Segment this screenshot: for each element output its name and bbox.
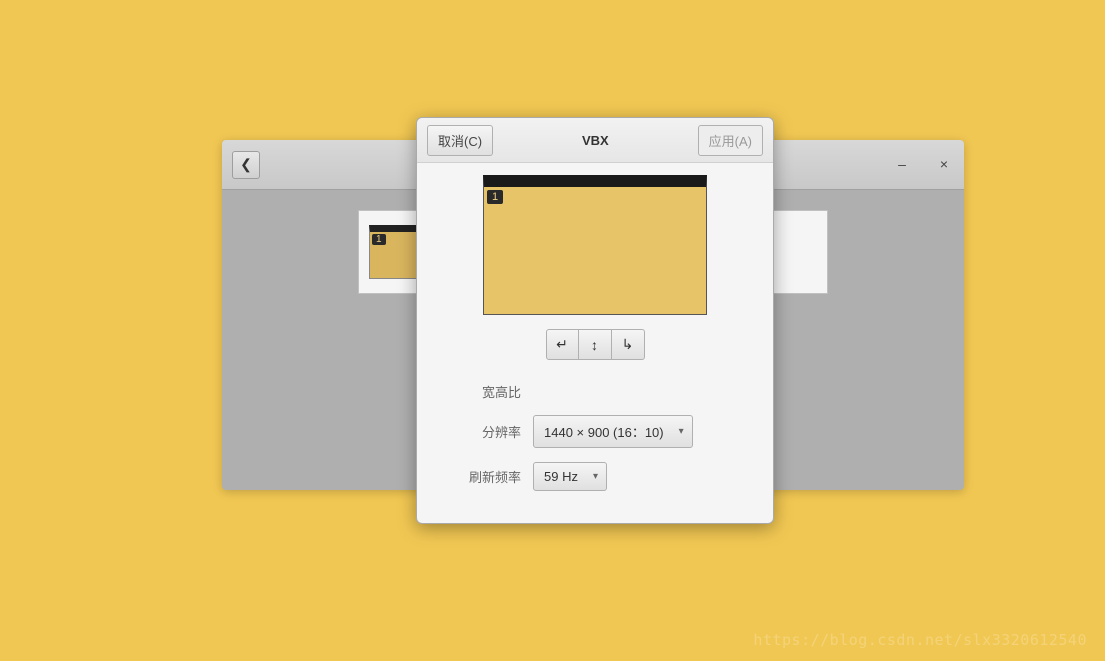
watermark-text: https://blog.csdn.net/slx3320612540 <box>753 631 1087 649</box>
display-number-badge: 1 <box>372 234 386 245</box>
back-button[interactable]: ❮ <box>232 151 260 179</box>
aspect-ratio-label: 宽高比 <box>437 382 533 401</box>
minimize-button[interactable]: – <box>894 156 910 172</box>
rotate-left-button[interactable]: ↵ <box>546 329 579 360</box>
close-icon: × <box>940 156 948 172</box>
apply-button[interactable]: 应用(A) <box>698 125 763 156</box>
dialog-title: VBX <box>582 133 609 148</box>
chevron-left-icon: ❮ <box>240 156 252 173</box>
rotate-flip-icon: ↕ <box>591 337 598 353</box>
rotation-buttons: ↵ ↕ ↳ <box>437 329 753 360</box>
refresh-rate-value: 59 Hz <box>544 469 578 484</box>
aspect-ratio-row: 宽高比 <box>437 382 753 401</box>
rotate-flip-button[interactable]: ↕ <box>579 329 612 360</box>
cancel-button[interactable]: 取消(C) <box>427 125 493 156</box>
refresh-rate-label: 刷新频率 <box>437 467 533 486</box>
refresh-rate-row: 刷新频率 59 Hz <box>437 462 753 491</box>
resolution-value: 1440 × 900 (16：10) <box>544 422 664 441</box>
refresh-rate-select[interactable]: 59 Hz <box>533 462 607 491</box>
display-config-dialog: 取消(C) VBX 应用(A) 1 ↵ ↕ ↳ 宽高比 分辨率 1440 × 9… <box>416 117 774 524</box>
rotate-right-icon: ↳ <box>622 336 634 353</box>
close-button[interactable]: × <box>936 156 952 172</box>
dialog-header: 取消(C) VBX 应用(A) <box>417 118 773 163</box>
resolution-label: 分辨率 <box>437 422 533 441</box>
dialog-body: 1 ↵ ↕ ↳ 宽高比 分辨率 1440 × 900 (16：10) 刷新频率 <box>417 163 773 523</box>
resolution-row: 分辨率 1440 × 900 (16：10) <box>437 415 753 448</box>
display-preview[interactable]: 1 <box>483 175 707 315</box>
rotate-left-icon: ↵ <box>556 336 568 353</box>
display-number-badge: 1 <box>487 190 503 204</box>
minimize-icon: – <box>898 156 906 172</box>
resolution-select[interactable]: 1440 × 900 (16：10) <box>533 415 693 448</box>
rotate-right-button[interactable]: ↳ <box>612 329 645 360</box>
window-controls: – × <box>894 156 952 172</box>
